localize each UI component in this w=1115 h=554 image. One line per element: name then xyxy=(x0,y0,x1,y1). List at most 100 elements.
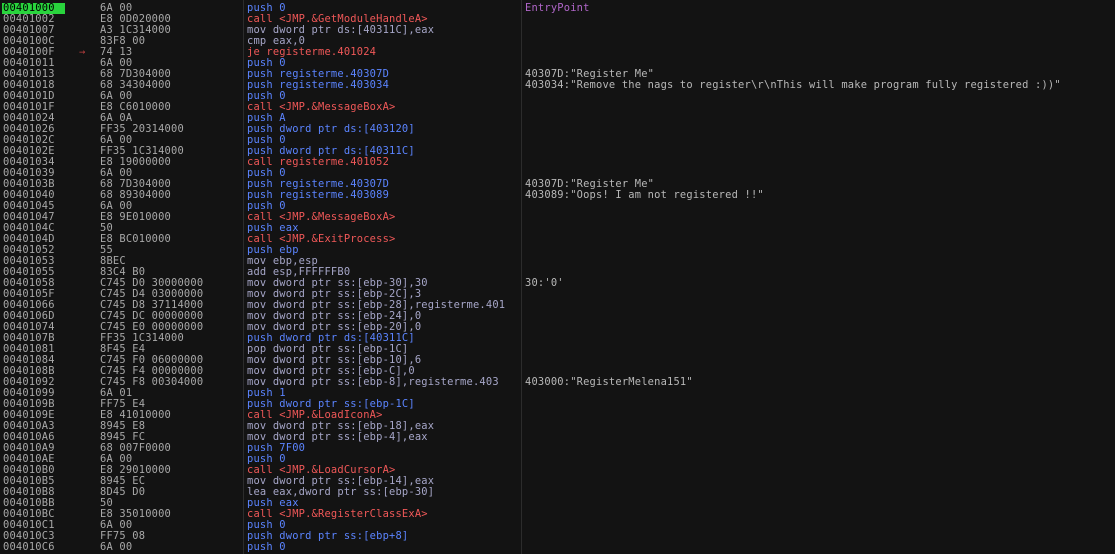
disasm-row[interactable]: 0040100F → 74 13 je registerme.401024 xyxy=(0,47,1115,58)
address-cell[interactable]: 004010B5 xyxy=(3,476,95,487)
instruction-cell[interactable]: push dword ptr ds:[40311C] xyxy=(247,146,520,157)
address-cell[interactable]: 00401092 xyxy=(3,377,95,388)
address-cell[interactable]: 00401011 xyxy=(3,58,95,69)
instruction-cell[interactable]: mov dword ptr ss:[ebp-10],6 xyxy=(247,355,520,366)
instruction-cell[interactable]: mov ebp,esp xyxy=(247,256,520,267)
instruction-cell[interactable]: push 0 xyxy=(247,168,520,179)
address-cell[interactable]: 0040105F xyxy=(3,289,95,300)
disasm-row[interactable]: 0040109B FF75 E4 push dword ptr ss:[ebp-1C… xyxy=(0,399,1115,410)
address-cell[interactable]: 00401013 xyxy=(3,69,95,80)
instruction-cell[interactable]: push registerme.403034 xyxy=(247,80,520,91)
instruction-cell[interactable]: push A xyxy=(247,113,520,124)
instruction-cell[interactable]: mov dword ptr ss:[ebp-C],0 xyxy=(247,366,520,377)
disasm-row[interactable]: 00401052 55 push ebp xyxy=(0,245,1115,256)
comment-cell[interactable]: 403000:"RegisterMelena151" xyxy=(525,377,1110,388)
disasm-row[interactable]: 00401066 C745 D8 37114000 mov dword ptr ss… xyxy=(0,300,1115,311)
instruction-cell[interactable]: push registerme.40307D xyxy=(247,179,520,190)
bytes-cell[interactable]: A3 1C314000 xyxy=(100,25,240,36)
bytes-cell[interactable]: FF75 08 xyxy=(100,531,240,542)
address-cell[interactable]: 0040108B xyxy=(3,366,95,377)
address-cell[interactable]: 004010BC xyxy=(3,509,95,520)
disasm-row[interactable]: 00401047 E8 9E010000 call <JMP.&MessageBox… xyxy=(0,212,1115,223)
disasm-row[interactable]: 00401018 68 34304000 push registerme.40303… xyxy=(0,80,1115,91)
comment-cell[interactable]: 403089:"Oops! I am not registered !!" xyxy=(525,190,1110,201)
address-cell[interactable]: 00401074 xyxy=(3,322,95,333)
instruction-cell[interactable]: lea eax,dword ptr ss:[ebp-30] xyxy=(247,487,520,498)
disasm-row[interactable]: 004010A3 8945 E8 mov dword ptr ss:[ebp-18]… xyxy=(0,421,1115,432)
disasm-row[interactable]: 0040100C 83F8 00 cmp eax,0 xyxy=(0,36,1115,47)
bytes-cell[interactable]: 6A 00 xyxy=(100,542,240,553)
instruction-cell[interactable]: mov dword ptr ss:[ebp-2C],3 xyxy=(247,289,520,300)
disasm-row[interactable]: 004010B0 E8 29010000 call <JMP.&LoadCursor… xyxy=(0,465,1115,476)
address-cell[interactable]: 00401039 xyxy=(3,168,95,179)
address-cell[interactable]: 00401052 xyxy=(3,245,95,256)
disasm-row[interactable]: 004010C3 FF75 08 push dword ptr ss:[ebp+8] xyxy=(0,531,1115,542)
bytes-cell[interactable]: C745 F0 06000000 xyxy=(100,355,240,366)
instruction-cell[interactable]: push 0 xyxy=(247,58,520,69)
disasm-row[interactable]: 00401024 6A 0A push A xyxy=(0,113,1115,124)
bytes-cell[interactable]: 68 7D304000 xyxy=(100,69,240,80)
instruction-cell[interactable]: push dword ptr ss:[ebp+8] xyxy=(247,531,520,542)
instruction-cell[interactable]: push registerme.403089 xyxy=(247,190,520,201)
disasm-row[interactable]: 0040103B 68 7D304000 push registerme.40307… xyxy=(0,179,1115,190)
bytes-cell[interactable]: E8 BC010000 xyxy=(100,234,240,245)
address-cell[interactable]: 004010B8 xyxy=(3,487,95,498)
disasm-row[interactable]: 004010BC E8 35010000 call <JMP.&RegisterCl… xyxy=(0,509,1115,520)
instruction-cell[interactable]: push dword ptr ss:[ebp-1C] xyxy=(247,399,520,410)
bytes-cell[interactable]: 6A 00 xyxy=(100,168,240,179)
bytes-cell[interactable]: 68 7D304000 xyxy=(100,179,240,190)
address-cell[interactable]: 00401018 xyxy=(3,80,95,91)
address-cell[interactable]: 0040106D xyxy=(3,311,95,322)
bytes-cell[interactable]: 55 xyxy=(100,245,240,256)
address-cell[interactable]: 00401026 xyxy=(3,124,95,135)
disassembly-view[interactable]: 00401000 6A 00 push 0 EntryPoint 00401002 E8 … xyxy=(0,0,1115,554)
bytes-cell[interactable]: FF35 20314000 xyxy=(100,124,240,135)
instruction-cell[interactable]: push 0 xyxy=(247,91,520,102)
instruction-cell[interactable]: push 1 xyxy=(247,388,520,399)
address-cell[interactable]: 0040109E xyxy=(3,410,95,421)
bytes-cell[interactable]: 68 34304000 xyxy=(100,80,240,91)
bytes-cell[interactable]: 8945 EC xyxy=(100,476,240,487)
address-cell[interactable]: 0040104C xyxy=(3,223,95,234)
disasm-row[interactable]: 00401000 6A 00 push 0 EntryPoint xyxy=(0,3,1115,14)
instruction-cell[interactable]: mov dword ptr ss:[ebp-28],registerme.401 xyxy=(247,300,520,311)
disasm-row[interactable]: 0040102C 6A 00 push 0 xyxy=(0,135,1115,146)
disasm-row[interactable]: 00401034 E8 19000000 call registerme.40105… xyxy=(0,157,1115,168)
address-cell[interactable]: 00401099 xyxy=(3,388,95,399)
bytes-cell[interactable]: 83F8 00 xyxy=(100,36,240,47)
disasm-row[interactable]: 00401002 E8 0D020000 call <JMP.&GetModuleH… xyxy=(0,14,1115,25)
bytes-cell[interactable]: C745 F4 00000000 xyxy=(100,366,240,377)
disasm-row[interactable]: 00401007 A3 1C314000 mov dword ptr ds:[403… xyxy=(0,25,1115,36)
bytes-cell[interactable]: 68 007F0000 xyxy=(100,443,240,454)
disasm-row[interactable]: 0040101F E8 C6010000 call <JMP.&MessageBox… xyxy=(0,102,1115,113)
instruction-cell[interactable]: call <JMP.&RegisterClassExA> xyxy=(247,509,520,520)
address-cell[interactable]: 0040102C xyxy=(3,135,95,146)
instruction-cell[interactable]: call <JMP.&LoadIconA> xyxy=(247,410,520,421)
selected-address-cell[interactable]: 00401000 xyxy=(2,3,65,14)
address-cell[interactable]: 00401024 xyxy=(3,113,95,124)
bytes-cell[interactable]: 8D45 D0 xyxy=(100,487,240,498)
address-cell[interactable]: 004010C3 xyxy=(3,531,95,542)
address-cell[interactable]: 004010AE xyxy=(3,454,95,465)
instruction-cell[interactable]: push 0 xyxy=(247,201,520,212)
disasm-row[interactable]: 00401058 C745 D0 30000000 mov dword ptr ss… xyxy=(0,278,1115,289)
instruction-cell[interactable]: call <JMP.&GetModuleHandleA> xyxy=(247,14,520,25)
instruction-cell[interactable]: pop dword ptr ss:[ebp-1C] xyxy=(247,344,520,355)
disasm-row[interactable]: 00401013 68 7D304000 push registerme.40307… xyxy=(0,69,1115,80)
disasm-row[interactable]: 00401092 C745 F8 00304000 mov dword ptr ss… xyxy=(0,377,1115,388)
instruction-cell[interactable]: call <JMP.&ExitProcess> xyxy=(247,234,520,245)
disasm-row[interactable]: 0040106D C745 DC 00000000 mov dword ptr ss… xyxy=(0,311,1115,322)
disasm-row[interactable]: 00401099 6A 01 push 1 xyxy=(0,388,1115,399)
instruction-cell[interactable]: mov dword ptr ss:[ebp-8],registerme.403 xyxy=(247,377,520,388)
address-cell[interactable]: 00401066 xyxy=(3,300,95,311)
bytes-cell[interactable]: 6A 00 xyxy=(100,3,240,14)
comment-cell[interactable]: 40307D:"Register Me" xyxy=(525,69,1110,80)
address-cell[interactable]: 00401040 xyxy=(3,190,95,201)
disasm-row[interactable]: 0040107B FF35 1C314000 push dword ptr ds:[… xyxy=(0,333,1115,344)
bytes-cell[interactable]: E8 0D020000 xyxy=(100,14,240,25)
instruction-cell[interactable]: push dword ptr ds:[403120] xyxy=(247,124,520,135)
address-cell[interactable]: 00401045 xyxy=(3,201,95,212)
bytes-cell[interactable]: 8F45 E4 xyxy=(100,344,240,355)
disasm-row[interactable]: 0040101D 6A 00 push 0 xyxy=(0,91,1115,102)
instruction-cell[interactable]: mov dword ptr ss:[ebp-30],30 xyxy=(247,278,520,289)
